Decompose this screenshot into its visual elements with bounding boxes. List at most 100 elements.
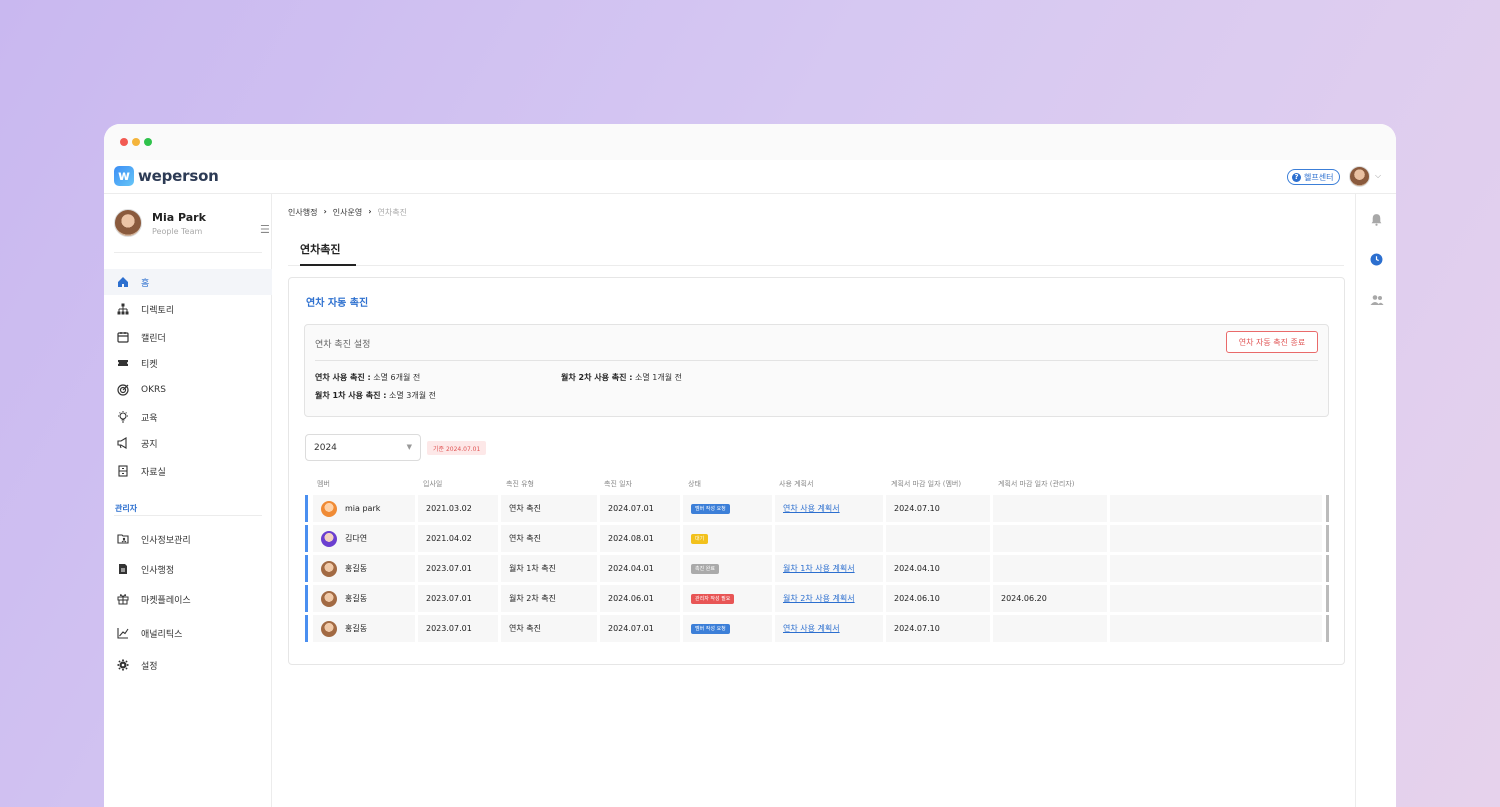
logo[interactable]: w weperson: [114, 166, 219, 186]
status-badge: 대기: [691, 533, 709, 544]
year-select[interactable]: 2024 ▼: [305, 434, 421, 461]
year-value: 2024: [314, 442, 337, 453]
sidebar-item-okrs[interactable]: OKRS: [104, 377, 272, 403]
clock-icon[interactable]: [1369, 252, 1384, 267]
line-chart-icon: [116, 626, 130, 640]
sidebar-item-hr-admin[interactable]: 인사행정: [104, 556, 272, 582]
table-row[interactable]: 홍길동 2023.07.01 월차 2차 촉진 2024.06.01 관리자 작…: [305, 585, 1329, 612]
cell-date: 2024.04.01: [600, 555, 680, 582]
rule-label: 월차 1차 사용 촉진 :: [315, 391, 387, 400]
cell-admin-due: [993, 525, 1107, 552]
column-header-join-date: 입사일: [423, 480, 443, 488]
stop-auto-promotion-button[interactable]: 연차 자동 촉진 종료: [1226, 331, 1318, 353]
user-avatar[interactable]: [1349, 166, 1370, 187]
cell-status: 촉진 완료: [683, 555, 772, 582]
table-row[interactable]: 홍길동 2023.07.01 연차 촉진 2024.07.01 멤버 작성 요청…: [305, 615, 1329, 642]
sidebar-item-label: 티켓: [141, 359, 158, 370]
cell-empty: [1110, 555, 1322, 582]
cell-member-due: 2024.07.10: [886, 615, 990, 642]
right-toolbar: [1355, 194, 1396, 807]
avatar: [321, 530, 337, 547]
table-row[interactable]: 김다연 2021.04.02 연차 촉진 2024.08.01 대기: [305, 525, 1329, 552]
sidebar-item-hr-info[interactable]: 인사정보관리: [104, 526, 272, 552]
avatar: [321, 500, 337, 517]
column-header-admin-due: 계획서 마감 일자 (관리자): [998, 480, 1075, 488]
rule-label: 월차 2차 사용 촉진 :: [561, 373, 633, 382]
users-icon[interactable]: [1369, 292, 1384, 307]
settings-panel: 연차 촉진 설정 연차 자동 촉진 종료 연차 사용 촉진 : 소멸 6개월 전…: [304, 324, 1329, 417]
sidebar-item-calendar[interactable]: 캘린더: [104, 324, 272, 350]
chevron-down-icon[interactable]: ⌵: [1375, 171, 1381, 181]
question-icon: ?: [1292, 172, 1301, 182]
ticket-icon: [116, 356, 130, 370]
menu-icon[interactable]: ☰: [260, 223, 270, 236]
cell-join-date: 2023.07.01: [418, 555, 498, 582]
cell-admin-due: [993, 495, 1107, 522]
column-header-plan: 사용 계획서: [779, 480, 814, 488]
cell-empty: [1110, 525, 1322, 552]
bell-icon[interactable]: [1369, 212, 1384, 227]
tab-annual-leave-promotion[interactable]: 연차촉진: [300, 241, 340, 257]
close-window-button[interactable]: [120, 138, 128, 146]
sidebar-item-notice[interactable]: 공지: [104, 430, 272, 456]
sidebar-item-label: 디렉토리: [141, 305, 175, 316]
chevron-right-icon: ›: [368, 207, 372, 216]
cell-member-due: 2024.04.10: [886, 555, 990, 582]
minimize-window-button[interactable]: [132, 138, 140, 146]
plan-link[interactable]: [775, 525, 883, 552]
sidebar-item-education[interactable]: 교육: [104, 404, 272, 430]
rule-value: 소멸 6개월 전: [373, 373, 421, 382]
admin-section-label: 관리자: [115, 504, 138, 513]
maximize-window-button[interactable]: [144, 138, 152, 146]
row-indicator: [305, 615, 308, 642]
avatar: [114, 209, 142, 237]
megaphone-icon: [116, 436, 130, 450]
card-title: 연차 자동 촉진: [306, 298, 369, 309]
column-header-promotion-date: 촉진 일자: [604, 480, 632, 488]
cell-type: 연차 촉진: [501, 525, 597, 552]
cell-admin-due: [993, 615, 1107, 642]
gift-icon: [116, 592, 130, 606]
plan-link[interactable]: 월차 2차 사용 계획서: [775, 585, 883, 612]
sidebar-item-settings[interactable]: 설정: [104, 652, 272, 678]
breadcrumb-item[interactable]: 인사행정: [288, 207, 317, 218]
row-indicator: [305, 495, 308, 522]
cell-member: 홍길동: [313, 585, 415, 612]
sidebar-item-label: 애널리틱스: [141, 629, 183, 640]
rule-annual: 연차 사용 촉진 : 소멸 6개월 전: [315, 372, 420, 383]
help-center-button[interactable]: ? 헬프센터: [1287, 169, 1341, 185]
rule-monthly-2nd: 월차 2차 사용 촉진 : 소멸 1개월 전: [561, 372, 682, 383]
divider: [114, 515, 262, 516]
plan-link[interactable]: 연차 사용 계획서: [775, 495, 883, 522]
plan-link[interactable]: 연차 사용 계획서: [775, 615, 883, 642]
sidebar-item-directory[interactable]: 디렉토리: [104, 296, 272, 322]
cell-empty: [1110, 585, 1322, 612]
profile: Mia Park People Team ☰: [114, 208, 270, 250]
sidebar-item-label: 공지: [141, 439, 158, 450]
reference-date-badge: 기준 2024.07.01: [427, 441, 487, 455]
rule-value: 소멸 3개월 전: [388, 391, 436, 400]
sidebar-item-ticket[interactable]: 티켓: [104, 350, 272, 376]
org-chart-icon: [116, 302, 130, 316]
rule-value: 소멸 1개월 전: [634, 373, 682, 382]
cell-empty: [1110, 495, 1322, 522]
rule-monthly-1st: 월차 1차 사용 촉진 : 소멸 3개월 전: [315, 390, 436, 401]
sidebar-item-analytics[interactable]: 애널리틱스: [104, 620, 272, 646]
home-icon: [116, 275, 130, 289]
chevron-right-icon: ›: [323, 207, 327, 216]
breadcrumb-item[interactable]: 인사운영: [333, 207, 362, 218]
sidebar-item-archive[interactable]: 자료실: [104, 458, 272, 484]
calendar-icon: [116, 330, 130, 344]
table-row[interactable]: mia park 2021.03.02 연차 촉진 2024.07.01 멤버 …: [305, 495, 1329, 522]
sidebar-item-home[interactable]: 홈: [104, 269, 272, 295]
sidebar-item-label: OKRS: [141, 385, 166, 395]
cell-empty: [1110, 615, 1322, 642]
table-row[interactable]: 홍길동 2023.07.01 월차 1차 촉진 2024.04.01 촉진 완료…: [305, 555, 1329, 582]
plan-link[interactable]: 월차 1차 사용 계획서: [775, 555, 883, 582]
member-name: 홍길동: [345, 594, 368, 603]
cell-member-due: 2024.07.10: [886, 495, 990, 522]
sidebar-item-label: 인사정보관리: [141, 535, 191, 546]
sidebar-item-marketplace[interactable]: 마켓플레이스: [104, 586, 272, 612]
tab-divider: [288, 265, 1344, 266]
status-badge: 멤버 작성 요청: [691, 623, 730, 634]
